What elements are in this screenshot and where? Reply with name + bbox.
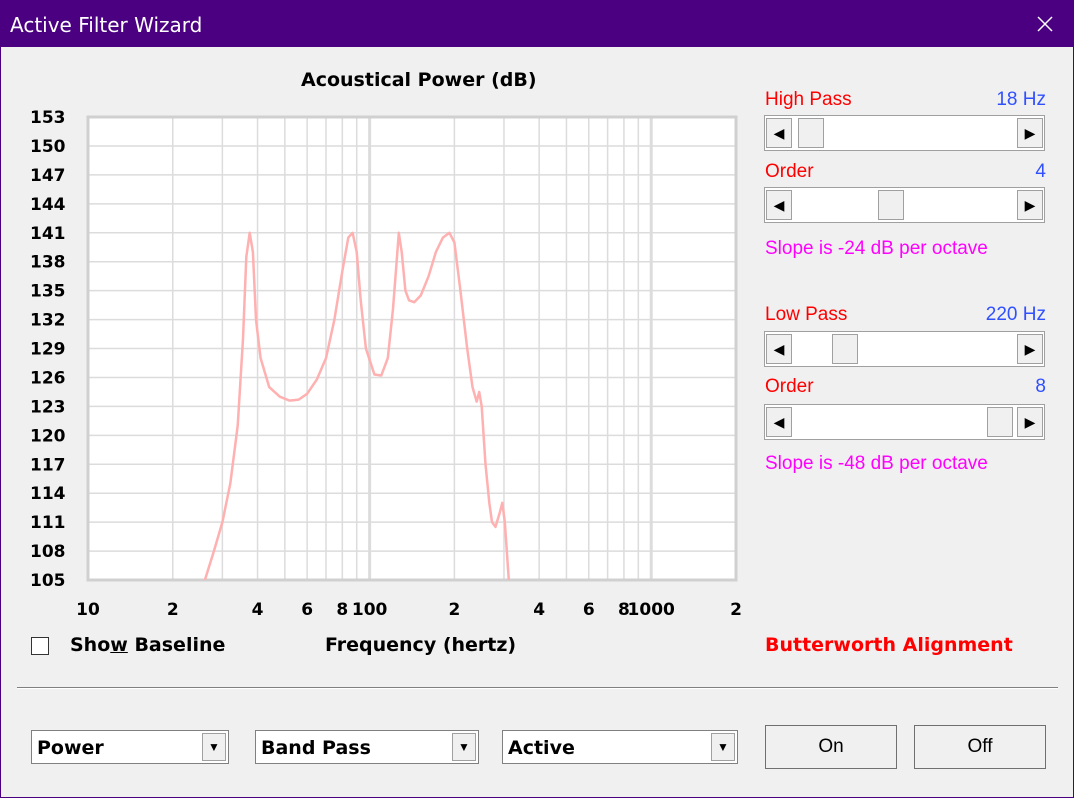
- high-pass-slope: Slope is -24 dB per octave: [765, 238, 988, 259]
- y-tick-label: 114: [30, 484, 66, 504]
- filter-type-select-value: Band Pass: [261, 737, 371, 759]
- low-pass-order-slider[interactable]: ◀ ▶: [764, 404, 1045, 440]
- dialog-content: Acoustical Power (dB) 153 150 147 144 141 138…: [1, 47, 1073, 797]
- close-icon: [1037, 16, 1053, 32]
- slider-thumb[interactable]: [987, 407, 1014, 437]
- divider: [17, 687, 1058, 689]
- slider-thumb[interactable]: [877, 190, 904, 220]
- y-tick-label: 111: [30, 513, 66, 533]
- x-tick-label: 1000: [628, 600, 675, 620]
- low-pass-slope: Slope is -48 dB per octave: [765, 453, 988, 474]
- y-tick-label: 117: [30, 455, 66, 475]
- y-tick-label: 138: [30, 253, 66, 273]
- arrow-right-icon[interactable]: ▶: [1017, 190, 1043, 220]
- x-axis-label: Frequency (hertz): [325, 634, 517, 656]
- show-baseline-checkbox[interactable]: [31, 637, 49, 655]
- response-chart: 153 150 147 144 141 138 135 132 129 126 123 120 117 1…: [30, 108, 742, 620]
- show-baseline-label-accel: w: [110, 634, 128, 656]
- y-tick-label: 126: [30, 368, 66, 388]
- alignment-label: Butterworth Alignment: [765, 634, 1013, 656]
- y-tick-label: 141: [30, 224, 66, 244]
- chevron-down-icon[interactable]: ▼: [452, 733, 476, 761]
- high-pass-order-slider[interactable]: ◀ ▶: [764, 187, 1045, 223]
- y-tick-label: 144: [30, 195, 66, 215]
- chevron-down-icon[interactable]: ▼: [711, 733, 735, 761]
- slider-thumb[interactable]: [831, 334, 858, 364]
- filter-type-select[interactable]: Band Pass ▼: [255, 730, 479, 764]
- high-pass-order-value: 4: [1035, 161, 1046, 182]
- y-tick-label: 120: [30, 426, 66, 446]
- show-baseline-label-pre: Sho: [70, 634, 111, 656]
- x-tick-label: 6: [301, 600, 313, 620]
- slider-thumb[interactable]: [797, 118, 824, 148]
- y-tick-label: 135: [30, 282, 66, 302]
- y-tick-label: 123: [30, 397, 66, 417]
- low-pass-value: 220 Hz: [985, 304, 1046, 325]
- y-tick-label: 129: [30, 340, 66, 360]
- y-tick-label: 147: [30, 166, 66, 186]
- filter-kind-select[interactable]: Active ▼: [502, 730, 738, 764]
- arrow-left-icon[interactable]: ◀: [766, 407, 792, 437]
- x-tick-label: 8: [336, 600, 348, 620]
- x-tick-label: 4: [533, 600, 545, 620]
- y-tick-label: 105: [30, 571, 66, 591]
- high-pass-value: 18 Hz: [996, 89, 1046, 110]
- low-pass-order-value: 8: [1035, 376, 1046, 397]
- y-tick-label: 153: [30, 108, 66, 128]
- dialog-window: Active Filter Wizard Acoustical Power (d…: [0, 0, 1074, 798]
- x-tick-label: 10: [76, 600, 100, 620]
- arrow-right-icon[interactable]: ▶: [1017, 334, 1043, 364]
- y-tick-label: 108: [30, 542, 66, 562]
- on-button[interactable]: On: [765, 725, 897, 769]
- mode-select-value: Power: [37, 737, 104, 759]
- x-tick-label: 2: [730, 600, 742, 620]
- low-pass-label: Low Pass: [765, 304, 848, 325]
- y-tick-label: 132: [30, 311, 66, 331]
- arrow-left-icon[interactable]: ◀: [766, 118, 792, 148]
- high-pass-slider[interactable]: ◀ ▶: [764, 115, 1045, 151]
- window-title: Active Filter Wizard: [10, 13, 203, 37]
- x-tick-label: 4: [252, 600, 264, 620]
- low-pass-order-label: Order: [765, 376, 814, 397]
- x-tick-label: 2: [167, 600, 179, 620]
- high-pass-label: High Pass: [765, 89, 852, 110]
- y-tick-label: 150: [30, 137, 66, 157]
- arrow-left-icon[interactable]: ◀: [766, 334, 792, 364]
- arrow-left-icon[interactable]: ◀: [766, 190, 792, 220]
- show-baseline-label[interactable]: Show Baseline: [70, 634, 225, 656]
- arrow-right-icon[interactable]: ▶: [1017, 118, 1043, 148]
- filter-kind-select-value: Active: [508, 737, 575, 759]
- mode-select[interactable]: Power ▼: [31, 730, 229, 764]
- off-button[interactable]: Off: [914, 725, 1046, 769]
- x-tick-label: 100: [352, 600, 388, 620]
- chevron-down-icon[interactable]: ▼: [202, 733, 226, 761]
- low-pass-slider[interactable]: ◀ ▶: [764, 331, 1045, 367]
- title-bar: Active Filter Wizard: [1, 1, 1073, 47]
- arrow-right-icon[interactable]: ▶: [1017, 407, 1043, 437]
- close-button[interactable]: [1017, 1, 1073, 47]
- x-tick-label: 2: [448, 600, 460, 620]
- high-pass-order-label: Order: [765, 161, 814, 182]
- x-tick-label: 6: [583, 600, 595, 620]
- show-baseline-label-post: Baseline: [127, 634, 226, 656]
